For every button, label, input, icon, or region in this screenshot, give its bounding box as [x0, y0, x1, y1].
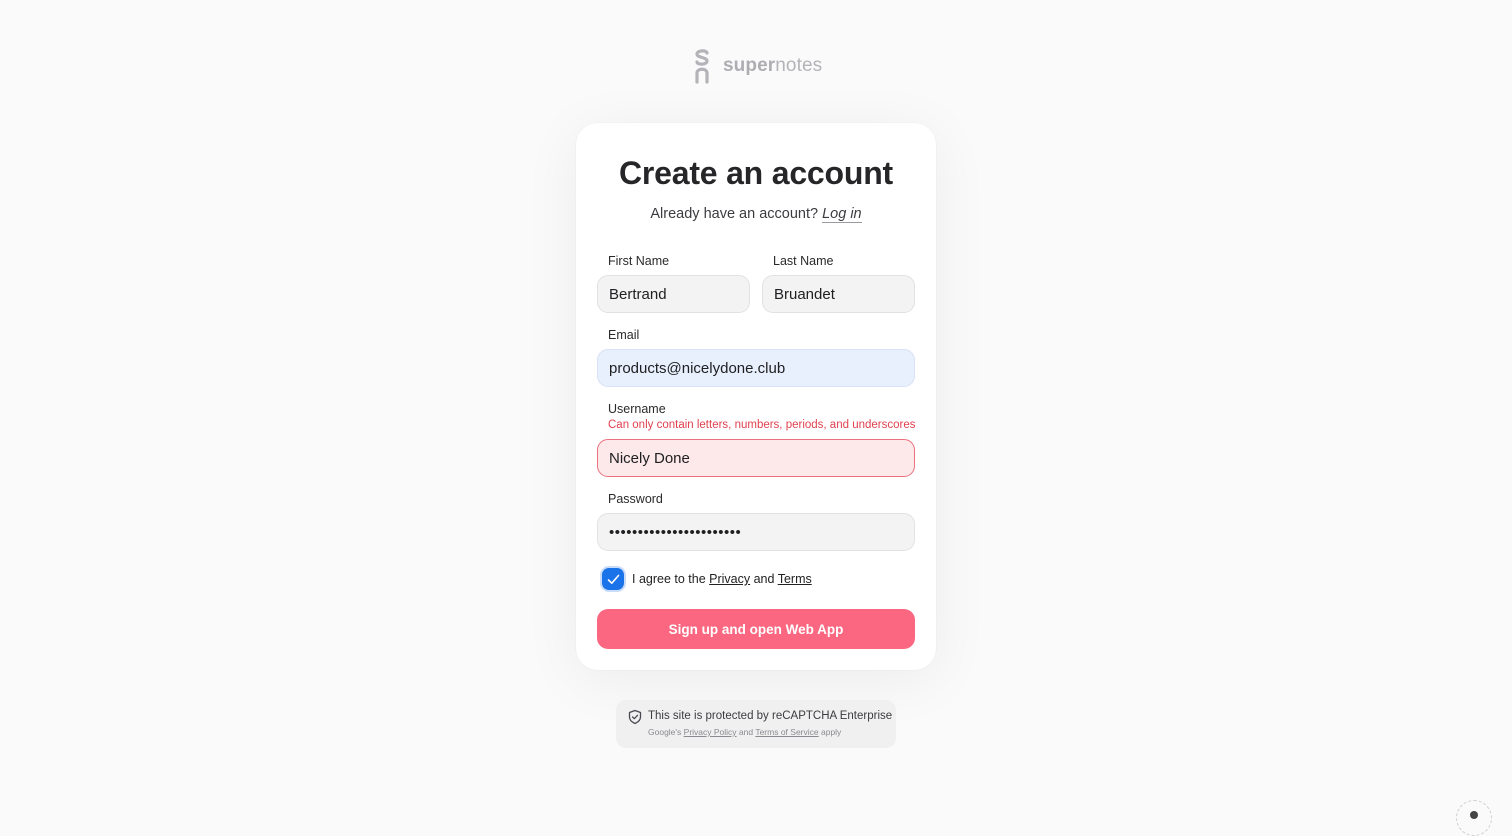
- login-link[interactable]: Log in: [822, 206, 862, 223]
- privacy-link[interactable]: Privacy: [709, 572, 750, 586]
- first-name-label: First Name: [608, 254, 670, 268]
- agree-prefix: I agree to the: [632, 572, 710, 586]
- last-name-label: Last Name: [773, 254, 834, 268]
- login-prompt-text: Already have an account?: [650, 206, 823, 222]
- agree-text: I agree to the Privacy and Terms: [632, 572, 812, 586]
- email-field[interactable]: [597, 349, 915, 387]
- shield-check-icon: [628, 709, 642, 725]
- help-widget-button[interactable]: [1456, 800, 1492, 836]
- recaptcha-title: This site is protected by reCAPTCHA Ente…: [648, 710, 893, 722]
- recaptcha-terms: Google's Privacy Policy and Terms of Ser…: [648, 727, 841, 737]
- help-widget-icon: [1470, 811, 1478, 819]
- page-title: Create an account: [618, 155, 894, 191]
- recaptcha-notice: This site is protected by reCAPTCHA Ente…: [616, 700, 896, 748]
- password-field[interactable]: [597, 513, 915, 551]
- supernotes-logo-icon: [695, 49, 709, 84]
- username-field[interactable]: [597, 439, 915, 477]
- password-label: Password: [608, 492, 663, 506]
- email-label: Email: [608, 328, 640, 342]
- google-privacy-link[interactable]: Privacy Policy: [684, 727, 737, 737]
- agree-checkbox[interactable]: [602, 568, 624, 590]
- terms-link[interactable]: Terms: [778, 572, 812, 586]
- brand-logo: supernotes: [693, 48, 822, 84]
- signup-button[interactable]: Sign up and open Web App: [597, 609, 915, 649]
- agree-and: and: [750, 572, 778, 586]
- checkmark-icon: [607, 574, 619, 584]
- username-label: Username: [608, 402, 666, 416]
- google-terms-link[interactable]: Terms of Service: [755, 727, 818, 737]
- brand-name: supernotes: [723, 55, 822, 77]
- signup-card: Create an account Already have an accoun…: [576, 123, 936, 670]
- last-name-field[interactable]: [762, 275, 915, 313]
- username-error: Can only contain letters, numbers, perio…: [608, 419, 916, 431]
- login-prompt: Already have an account? Log in: [576, 206, 936, 223]
- recaptcha-suffix: apply: [818, 727, 842, 737]
- first-name-field[interactable]: [597, 275, 750, 313]
- brand-name-rest: notes: [775, 55, 823, 76]
- recaptcha-and: and: [736, 727, 756, 737]
- agree-row: I agree to the Privacy and Terms: [602, 568, 812, 590]
- recaptcha-prefix: Google's: [648, 727, 684, 737]
- brand-name-bold: super: [723, 55, 776, 76]
